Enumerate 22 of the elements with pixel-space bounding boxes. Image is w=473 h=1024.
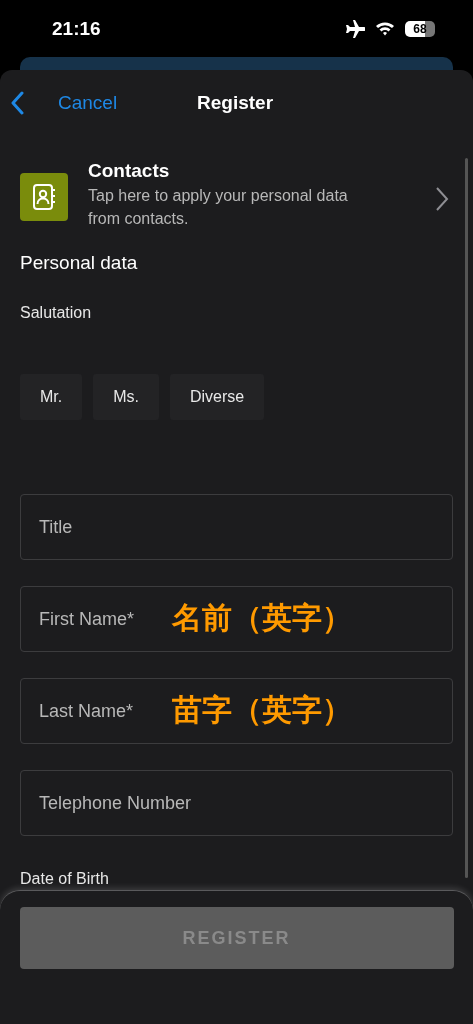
- address-book-icon: [20, 173, 68, 221]
- battery-icon: 68: [405, 20, 435, 37]
- page-title: Register: [197, 92, 274, 114]
- chevron-right-icon: [435, 186, 449, 212]
- input-field[interactable]: Telephone Number: [20, 770, 453, 836]
- status-time: 21:16: [52, 17, 101, 40]
- annotation-text: 名前（英字）: [172, 599, 352, 637]
- salutation-option[interactable]: Mr.: [20, 374, 83, 420]
- input-field[interactable]: Title: [20, 494, 453, 560]
- contacts-title: Contacts: [88, 160, 171, 182]
- field-label: Date of Birth: [20, 870, 110, 888]
- wifi-icon: [375, 21, 395, 36]
- contacts-row[interactable]: Contacts Tap here to apply your personal data from contacts.: [20, 160, 453, 230]
- contacts-description: Tap here to apply your personal data from contacts.: [88, 186, 349, 229]
- salutation-label: Salutation: [20, 304, 93, 322]
- chevron-left-icon: [10, 91, 24, 115]
- section-heading: Personal data: [20, 252, 139, 274]
- annotation-text: 苗字（英字）: [172, 691, 352, 729]
- salutation-option[interactable]: Ms.: [93, 374, 159, 420]
- salutation-option[interactable]: Diverse: [170, 374, 265, 420]
- cancel-button[interactable]: Cancel: [10, 91, 118, 115]
- airplane-icon: [345, 19, 365, 38]
